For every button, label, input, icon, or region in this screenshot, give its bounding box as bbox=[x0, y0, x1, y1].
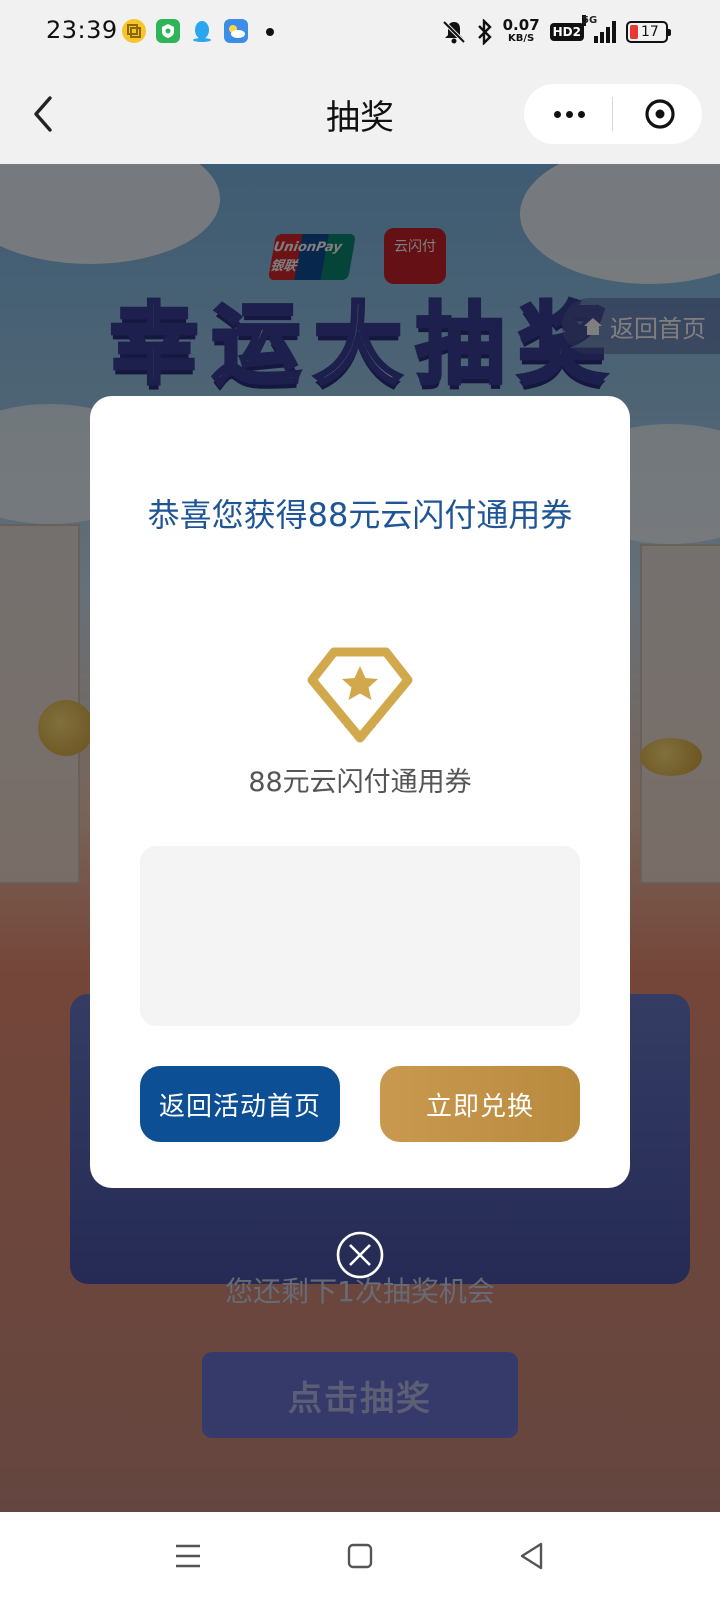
battery-icon: 17 bbox=[626, 21, 671, 43]
more-options-button[interactable] bbox=[544, 84, 594, 144]
home-square-icon bbox=[347, 1543, 373, 1569]
recent-apps-button[interactable] bbox=[166, 1534, 210, 1578]
status-right: 0.07 KB/S HD2 5G 17 bbox=[441, 14, 671, 50]
diamond-star-icon bbox=[304, 644, 416, 744]
close-dialog-button[interactable] bbox=[335, 1230, 385, 1280]
weather-icon bbox=[224, 19, 248, 43]
capsule-divider bbox=[612, 97, 613, 131]
mini-program-capsule bbox=[524, 84, 702, 144]
home-button[interactable] bbox=[338, 1534, 382, 1578]
network-type-label: 5G bbox=[582, 15, 598, 26]
prize-dialog: 恭喜您获得88元云闪付通用券 88元云闪付通用券 返回活动首页 立即兑换 bbox=[90, 396, 630, 1188]
network-speed-value: 0.07 bbox=[502, 16, 540, 34]
menu-icon bbox=[176, 1544, 200, 1568]
app-notification-icon-1 bbox=[122, 19, 146, 43]
mute-bell-icon bbox=[442, 20, 466, 44]
redeem-now-button[interactable]: 立即兑换 bbox=[380, 1066, 580, 1142]
close-circle-icon bbox=[336, 1231, 384, 1279]
system-back-button[interactable] bbox=[510, 1534, 554, 1578]
prize-detail-panel bbox=[140, 846, 580, 1026]
status-time: 23:39 bbox=[46, 16, 118, 44]
close-circle-icon bbox=[645, 99, 675, 129]
bluetooth-icon bbox=[477, 19, 492, 45]
app-notification-icon-2 bbox=[156, 19, 180, 43]
network-speed: 0.07 KB/S bbox=[502, 16, 540, 45]
status-bar: 23:39 0.07 KB/S HD2 5G 17 bbox=[0, 0, 720, 66]
prize-name: 88元云闪付通用券 bbox=[248, 767, 472, 798]
battery-level-fill bbox=[630, 25, 638, 39]
network-speed-unit: KB/S bbox=[508, 33, 535, 44]
battery-level-text: 17 bbox=[641, 24, 659, 40]
return-activity-home-button[interactable]: 返回活动首页 bbox=[140, 1066, 340, 1142]
more-notifications-dot bbox=[266, 28, 274, 36]
title-bar: 抽奖 bbox=[0, 66, 720, 164]
system-nav-bar bbox=[0, 1512, 720, 1600]
back-triangle-icon bbox=[520, 1542, 543, 1570]
qq-icon bbox=[190, 19, 214, 43]
signal-icon: 5G bbox=[582, 15, 616, 43]
hd-badge: HD2 bbox=[549, 23, 584, 41]
close-mini-program-button[interactable] bbox=[642, 96, 678, 132]
prize-dialog-title: 恭喜您获得88元云闪付通用券 bbox=[147, 496, 573, 534]
